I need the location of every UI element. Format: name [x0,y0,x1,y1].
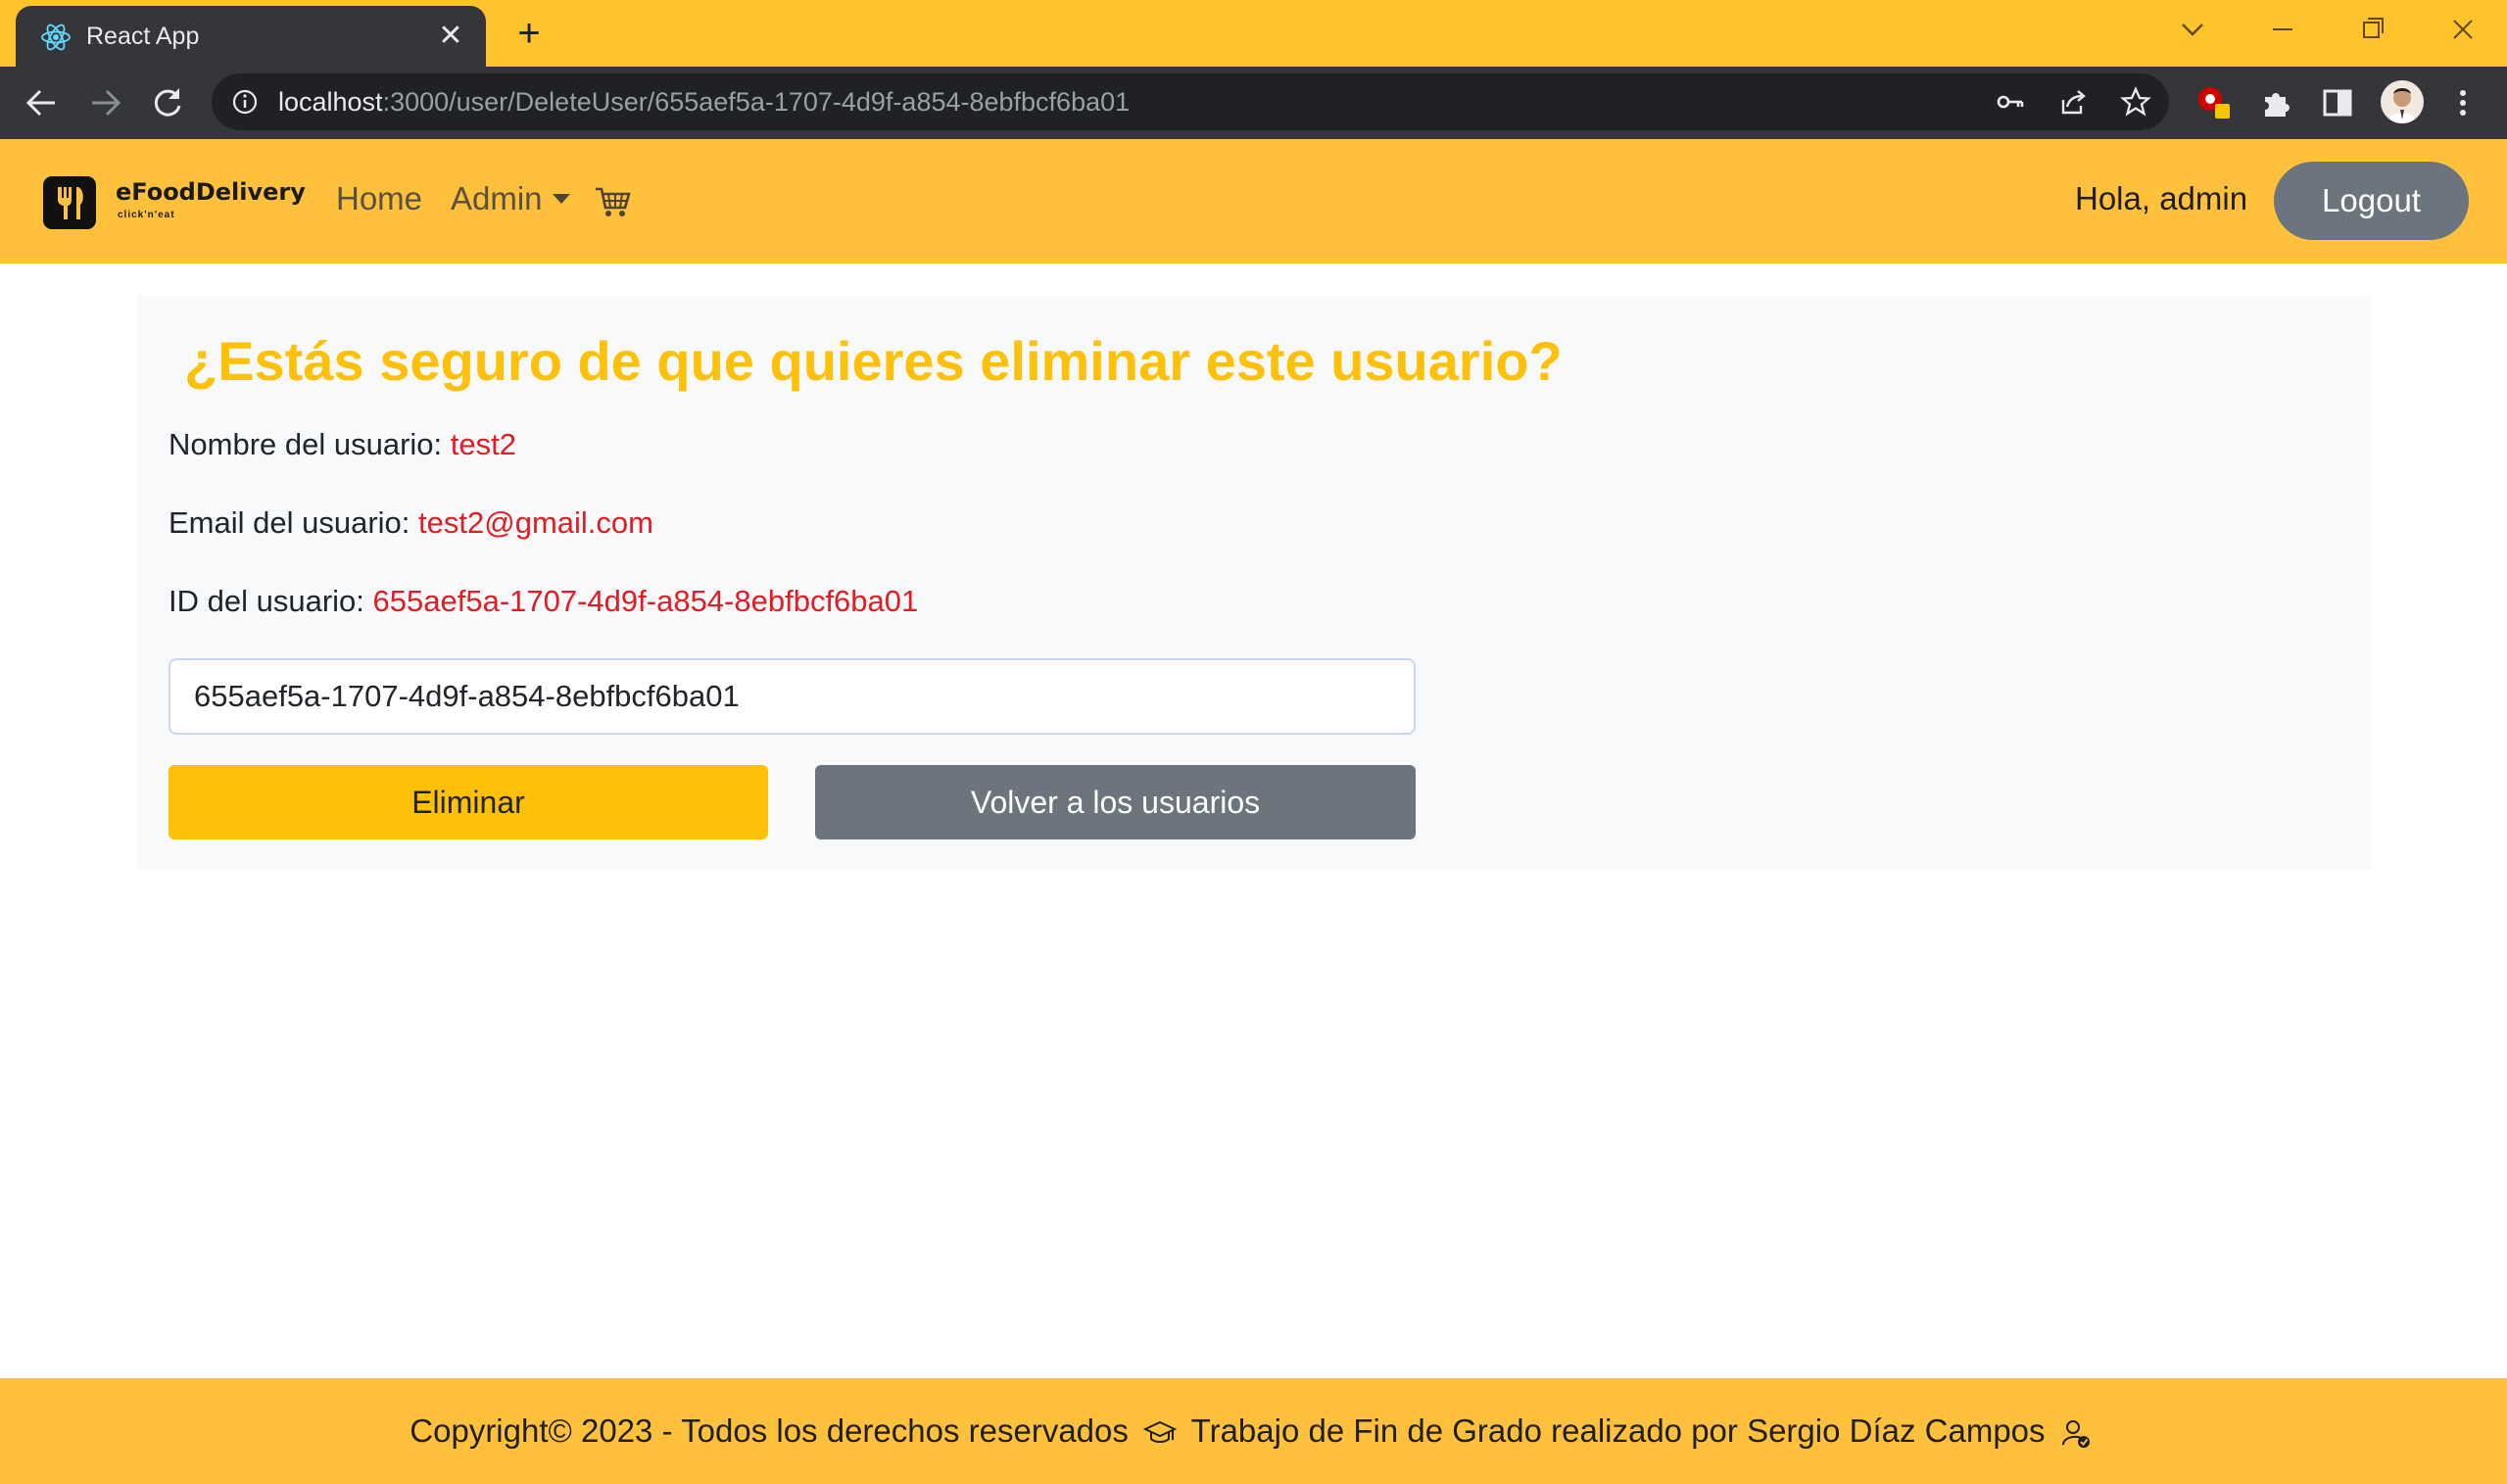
tab-title: React App [86,23,200,50]
back-to-users-button[interactable]: Volver a los usuarios [815,765,1416,839]
user-id-label: ID del usuario: [169,584,364,618]
url-host: localhost [278,87,383,117]
new-tab-button[interactable]: + [507,12,551,55]
user-id-input[interactable] [169,658,1416,735]
react-favicon-icon [41,24,71,51]
minimize-window-icon[interactable] [2253,8,2312,51]
cart-icon[interactable] [594,184,633,219]
reload-icon[interactable] [147,82,188,123]
user-id-value: 655aef5a-1707-4d9f-a854-8ebfbcf6ba01 [372,584,919,618]
nav-home-link[interactable]: Home [336,180,422,217]
close-window-icon[interactable] [2434,8,2492,51]
nav-admin-dropdown[interactable]: Admin [451,180,570,217]
address-bar[interactable]: localhost:3000/user/DeleteUser/655aef5a-… [212,73,2169,130]
url-path: :3000/user/DeleteUser/655aef5a-1707-4d9f… [382,87,1131,117]
share-icon[interactable] [2057,86,2089,118]
back-arrow-icon[interactable] [22,82,63,123]
fork-knife-logo-icon [43,176,96,229]
tab-search-icon[interactable] [2163,8,2222,51]
user-check-icon [2061,1420,2090,1449]
menu-dots-icon[interactable] [2445,85,2481,120]
graduation-cap-icon [1143,1421,1178,1444]
url-text[interactable]: localhost:3000/user/DeleteUser/655aef5a-… [278,73,1130,130]
page-footer: Copyright© 2023 - Todos los derechos res… [0,1378,2507,1484]
footer-copyright: Copyright© 2023 - Todos los derechos res… [410,1412,1129,1449]
extension-badge-icon[interactable] [2196,85,2232,120]
sidepanel-icon[interactable] [2320,85,2355,120]
brand-name: eFoodDelivery [116,178,306,206]
user-greeting: Hola, admin [2075,180,2248,216]
forward-arrow-icon[interactable] [84,82,125,123]
delete-user-card: ¿Estás seguro de que quieres eliminar es… [137,296,2371,870]
footer-credit: Trabajo de Fin de Grado realizado por Se… [1190,1412,2046,1449]
user-id-row: ID del usuario: 655aef5a-1707-4d9f-a854-… [169,584,918,619]
user-name-label: Nombre del usuario: [169,427,443,461]
user-name-value: test2 [450,427,516,461]
brand-tagline: click'n'eat [118,210,175,220]
app-navbar: eFoodDelivery click'n'eat Home Admin Hol… [0,139,2507,263]
user-email-value: test2@gmail.com [418,505,653,540]
browser-tab[interactable]: React App ✕ [16,6,486,67]
restore-window-icon[interactable] [2343,8,2402,51]
close-tab-icon[interactable]: ✕ [435,21,466,52]
user-name-row: Nombre del usuario: test2 [169,427,516,462]
chevron-down-icon [552,194,570,205]
browser-toolbar: localhost:3000/user/DeleteUser/655aef5a-… [0,67,2507,139]
page-title: ¿Estás seguro de que quieres eliminar es… [184,330,1563,392]
user-email-row: Email del usuario: test2@gmail.com [169,505,653,541]
key-icon[interactable] [1995,86,2026,118]
info-icon[interactable] [231,88,259,116]
nav-admin-label: Admin [451,180,543,216]
footer-text: Copyright© 2023 - Todos los derechos res… [0,1378,2507,1484]
user-email-label: Email del usuario: [169,505,410,540]
star-icon[interactable] [2120,86,2151,118]
profile-avatar[interactable] [2381,80,2424,123]
puzzle-icon[interactable] [2259,85,2294,120]
browser-tabstrip: React App ✕ + [0,0,2507,67]
logout-button[interactable]: Logout [2274,162,2469,240]
delete-button[interactable]: Eliminar [169,765,768,839]
